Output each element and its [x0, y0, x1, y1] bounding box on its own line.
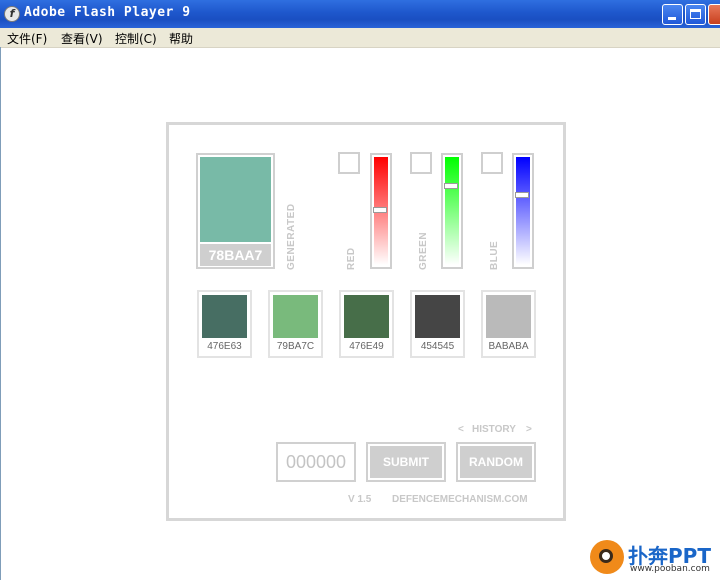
- menu-file[interactable]: 文件(F): [7, 30, 47, 47]
- maximize-button[interactable]: [685, 4, 706, 25]
- history-swatch-hex: 79BA7C: [276, 341, 315, 352]
- green-slider-gradient: [445, 157, 459, 265]
- history-swatch-color: [202, 295, 247, 338]
- green-lock-checkbox[interactable]: [410, 152, 432, 174]
- blue-slider[interactable]: [512, 153, 534, 269]
- version-label: V 1.5: [348, 494, 372, 505]
- history-swatch[interactable]: 454545: [410, 290, 465, 358]
- blue-lock-checkbox[interactable]: [481, 152, 503, 174]
- history-swatch-hex: BABABA: [488, 341, 529, 352]
- submit-button[interactable]: SUBMIT: [366, 442, 446, 482]
- history-label: HISTORY: [472, 424, 516, 435]
- menu-control[interactable]: 控制(C): [115, 30, 157, 47]
- history-swatch-color: [273, 295, 318, 338]
- red-label: RED: [346, 247, 357, 270]
- menu-view[interactable]: 查看(V): [61, 30, 103, 47]
- site-link[interactable]: DEFENCEMECHANISM.COM: [392, 494, 528, 505]
- history-swatch-hex: 476E49: [349, 341, 384, 352]
- menu-help[interactable]: 帮助: [169, 30, 193, 47]
- random-button-label: RANDOM: [460, 446, 532, 478]
- history-swatch-color: [415, 295, 460, 338]
- generated-hex-code: 78BAA7: [200, 244, 271, 266]
- close-button[interactable]: [708, 4, 720, 25]
- red-lock-checkbox[interactable]: [338, 152, 360, 174]
- window-title: Adobe Flash Player 9: [24, 5, 191, 20]
- submit-button-label: SUBMIT: [370, 446, 442, 478]
- minimize-button[interactable]: [662, 4, 683, 25]
- green-slider[interactable]: [441, 153, 463, 269]
- history-swatch[interactable]: 79BA7C: [268, 290, 323, 358]
- red-slider-handle[interactable]: [373, 207, 387, 213]
- blue-slider-gradient: [516, 157, 530, 265]
- red-slider[interactable]: [370, 153, 392, 269]
- green-slider-handle[interactable]: [444, 183, 458, 189]
- history-swatch-color: [486, 295, 531, 338]
- title-bar: f Adobe Flash Player 9: [0, 0, 720, 28]
- green-label: GREEN: [418, 231, 429, 270]
- random-button[interactable]: RANDOM: [456, 442, 536, 482]
- menu-bar: 文件(F) 查看(V) 控制(C) 帮助: [0, 28, 720, 48]
- history-swatch[interactable]: 476E63: [197, 290, 252, 358]
- blue-label: BLUE: [489, 240, 500, 270]
- history-swatch-hex: 454545: [420, 341, 455, 352]
- generated-label: GENERATED: [286, 203, 297, 270]
- history-next-button[interactable]: >: [526, 424, 532, 435]
- window-border: [0, 47, 1, 580]
- watermark-url: www.pooban.com: [630, 564, 710, 574]
- history-prev-button[interactable]: <: [458, 424, 464, 435]
- history-swatch[interactable]: 476E49: [339, 290, 394, 358]
- blue-slider-handle[interactable]: [515, 192, 529, 198]
- history-swatch-color: [344, 295, 389, 338]
- generated-color-swatch: [200, 157, 271, 242]
- flash-app-icon: f: [4, 6, 20, 22]
- history-swatch-hex: 476E63: [207, 341, 242, 352]
- hex-input[interactable]: 000000: [276, 442, 356, 482]
- history-swatch[interactable]: BABABA: [481, 290, 536, 358]
- watermark-logo-icon: [590, 540, 624, 574]
